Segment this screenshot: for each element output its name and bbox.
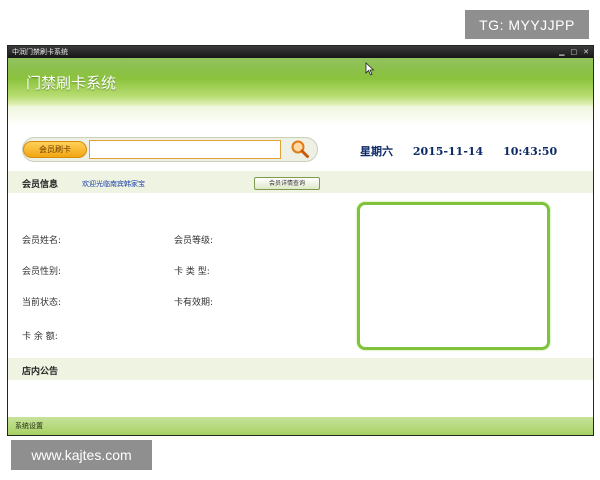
watermark-bottom: www.kajtes.com	[11, 440, 152, 470]
header-banner: 门禁刷卡系统	[8, 58, 593, 106]
date-label: 2015-11-14	[412, 145, 484, 158]
notice-bar	[8, 358, 593, 380]
app-title: 门禁刷卡系统	[26, 74, 117, 92]
close-icon[interactable]: ✕	[583, 46, 589, 58]
mouse-cursor-icon	[365, 62, 375, 76]
member-photo-frame	[357, 202, 550, 350]
magnifier-icon	[291, 140, 309, 158]
time-label: 10:43:50	[503, 145, 558, 158]
swipe-card-label: 会员刷卡	[23, 141, 87, 158]
card-validity-label: 卡有效期:	[174, 298, 214, 308]
app-window: 中润门禁刷卡系统 ▁ □ ✕ 门禁刷卡系统 会员刷卡 星期六 2015-11-1…	[7, 45, 594, 436]
search-button[interactable]	[284, 138, 316, 160]
member-detail-button[interactable]: 会员详情查询	[254, 177, 320, 190]
card-balance-label: 卡 余 额:	[22, 332, 58, 342]
member-name-label: 会员姓名:	[22, 236, 62, 246]
welcome-text: 欢迎光临南宾韩家宝	[82, 180, 145, 188]
card-number-input[interactable]	[89, 140, 281, 159]
member-info-title: 会员信息	[22, 180, 59, 190]
system-settings-link[interactable]: 系统设置	[15, 421, 43, 431]
title-bar: 中润门禁刷卡系统 ▁ □ ✕	[8, 46, 593, 58]
member-gender-label: 会员性别:	[22, 267, 62, 277]
maximize-icon[interactable]: □	[571, 46, 578, 58]
minimize-icon[interactable]: ▁	[559, 46, 564, 58]
datetime-display: 星期六 2015-11-14 10:43:50	[360, 143, 573, 159]
window-title: 中润门禁刷卡系统	[12, 48, 68, 56]
window-controls: ▁ □ ✕	[559, 46, 589, 58]
member-level-label: 会员等级:	[174, 236, 214, 246]
watermark-top: TG: MYYJJPP	[465, 10, 589, 39]
notice-title: 店内公告	[22, 367, 59, 377]
weekday-label: 星期六	[360, 145, 393, 158]
status-bar	[8, 417, 593, 435]
card-type-label: 卡 类 型:	[174, 267, 210, 277]
current-status-label: 当前状态:	[22, 298, 62, 308]
